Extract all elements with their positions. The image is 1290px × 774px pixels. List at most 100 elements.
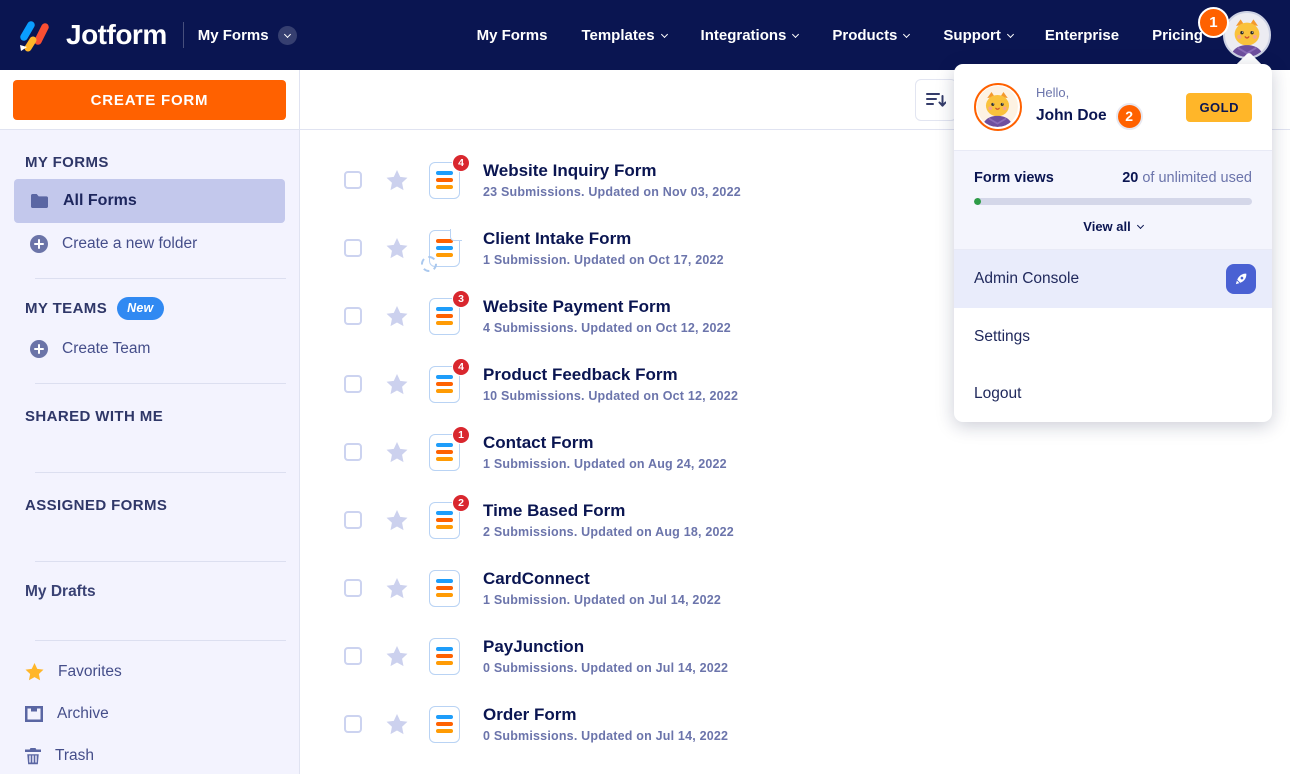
archive-icon [25, 706, 43, 722]
sidebar-item-trash[interactable]: Trash [0, 735, 299, 774]
form-title[interactable]: Website Inquiry Form [483, 161, 741, 181]
nav-integrations[interactable]: Integrations [701, 27, 800, 44]
nav-my-forms[interactable]: My Forms [477, 27, 548, 44]
row-checkbox[interactable] [344, 375, 362, 393]
favorite-star-icon[interactable] [386, 373, 408, 395]
user-name: John Doe [1036, 107, 1107, 124]
form-row[interactable]: Order Form 0 Submissions. Updated on Jul… [344, 690, 1290, 758]
brand-name: Jotform [66, 19, 167, 50]
favorite-star-icon[interactable] [386, 237, 408, 259]
form-title[interactable]: Client Intake Form [483, 229, 724, 249]
usage-progress-bar [974, 198, 1252, 205]
row-checkbox[interactable] [344, 239, 362, 257]
sidebar-item-my-drafts[interactable]: My Drafts [25, 583, 274, 601]
form-meta: 1 Submission. Updated on Aug 24, 2022 [483, 456, 727, 471]
chevron-down-icon [1006, 30, 1014, 38]
favorite-star-icon[interactable] [386, 577, 408, 599]
form-row[interactable]: PayJunction 0 Submissions. Updated on Ju… [344, 622, 1290, 690]
divider [182, 22, 184, 48]
sidebar-item-all-forms[interactable]: All Forms [14, 179, 285, 223]
divider [35, 383, 286, 384]
row-checkbox[interactable] [344, 443, 362, 461]
context-switcher[interactable]: My Forms [198, 25, 297, 45]
form-row[interactable]: 1 Contact Form 1 Submission. Updated on … [344, 418, 1290, 486]
form-title[interactable]: Contact Form [483, 433, 727, 453]
trash-icon [25, 747, 41, 765]
nav-templates[interactable]: Templates [581, 27, 668, 44]
top-navbar: Jotform My Forms My Forms Templates Inte… [0, 0, 1290, 70]
create-form-button[interactable]: CREATE FORM [13, 80, 286, 120]
form-meta: 1 Submission. Updated on Oct 17, 2022 [483, 252, 724, 267]
create-team-button[interactable]: Create Team [0, 328, 299, 370]
dashed-circle-icon [421, 255, 437, 272]
form-icon [429, 569, 461, 607]
divider [35, 640, 286, 641]
row-checkbox[interactable] [344, 579, 362, 597]
form-title[interactable]: PayJunction [483, 637, 728, 657]
menu-item-logout[interactable]: Logout [954, 365, 1272, 422]
form-title[interactable]: CardConnect [483, 569, 721, 589]
create-team-label: Create Team [62, 340, 151, 357]
unread-count-badge: 1 [452, 425, 470, 444]
row-checkbox[interactable] [344, 647, 362, 665]
new-badge: New [117, 297, 165, 320]
folder-icon [31, 194, 48, 208]
view-all-button[interactable]: View all [974, 219, 1252, 234]
favorites-label: Favorites [58, 663, 122, 680]
nav-products[interactable]: Products [832, 27, 911, 44]
usage-label: Form views [974, 170, 1054, 186]
form-meta: 4 Submissions. Updated on Oct 12, 2022 [483, 320, 731, 335]
plan-badge-gold[interactable]: GOLD [1186, 92, 1252, 122]
sidebar-item-archive[interactable]: Archive [0, 693, 299, 735]
nav-support[interactable]: Support [943, 27, 1014, 44]
favorite-star-icon[interactable] [386, 509, 408, 531]
my-forms-header: MY FORMS [25, 154, 109, 171]
form-icon [429, 705, 461, 743]
form-row[interactable]: 2 Time Based Form 2 Submissions. Updated… [344, 486, 1290, 554]
divider [35, 278, 286, 279]
form-meta: 10 Submissions. Updated on Oct 12, 2022 [483, 388, 739, 403]
user-avatar-button[interactable]: 1 [1197, 7, 1271, 59]
chevron-down-icon [277, 25, 297, 45]
form-title[interactable]: Product Feedback Form [483, 365, 738, 385]
favorite-star-icon[interactable] [386, 305, 408, 327]
chevron-down-icon [903, 30, 911, 38]
primary-nav: My Forms Templates Integrations Products… [477, 27, 1014, 44]
form-meta: 2 Submissions. Updated on Aug 18, 2022 [483, 524, 734, 539]
sidebar-item-shared-with-me[interactable]: SHARED WITH ME [25, 408, 274, 425]
favorite-star-icon[interactable] [386, 713, 408, 735]
create-folder-button[interactable]: Create a new folder [0, 223, 299, 265]
sidebar-item-favorites[interactable]: Favorites [0, 651, 299, 693]
form-icon: 2 [429, 493, 470, 539]
row-checkbox[interactable] [344, 511, 362, 529]
menu-item-settings[interactable]: Settings [954, 308, 1272, 365]
form-title[interactable]: Time Based Form [483, 501, 734, 521]
form-meta: 1 Submission. Updated on Jul 14, 2022 [483, 592, 722, 607]
row-checkbox[interactable] [344, 307, 362, 325]
row-checkbox[interactable] [344, 171, 362, 189]
form-row[interactable]: CardConnect 1 Submission. Updated on Jul… [344, 554, 1290, 622]
sidebar-top: CREATE FORM [0, 70, 299, 130]
brand[interactable]: Jotform [14, 15, 167, 55]
unread-count-badge: 3 [452, 289, 470, 308]
favorite-star-icon[interactable] [386, 645, 408, 667]
sidebar: CREATE FORM MY FORMS All Forms Create a … [0, 70, 300, 774]
my-teams-header: MY TEAMS New [25, 297, 274, 320]
user-dropdown-menu: Hello, John Doe 2 GOLD Form views 20 of … [954, 64, 1272, 422]
nav-enterprise[interactable]: Enterprise [1045, 27, 1119, 44]
form-title[interactable]: Website Payment Form [483, 297, 731, 317]
sort-button[interactable] [915, 79, 957, 121]
favorite-star-icon[interactable] [386, 169, 408, 191]
form-meta: 0 Submissions. Updated on Jul 14, 2022 [483, 660, 729, 675]
form-title[interactable]: Order Form [483, 705, 728, 725]
form-meta: 23 Submissions. Updated on Nov 03, 2022 [483, 184, 741, 199]
form-icon [429, 637, 461, 675]
nav-pricing[interactable]: Pricing [1152, 27, 1203, 44]
create-folder-label: Create a new folder [62, 235, 198, 252]
row-checkbox[interactable] [344, 715, 362, 733]
sidebar-item-assigned-forms[interactable]: ASSIGNED FORMS [25, 497, 274, 514]
rocket-icon [1226, 264, 1256, 294]
favorite-star-icon[interactable] [386, 441, 408, 463]
usage-value-text: 20 of unlimited used [1122, 170, 1252, 186]
menu-item-admin-console[interactable]: Admin Console [954, 250, 1272, 308]
